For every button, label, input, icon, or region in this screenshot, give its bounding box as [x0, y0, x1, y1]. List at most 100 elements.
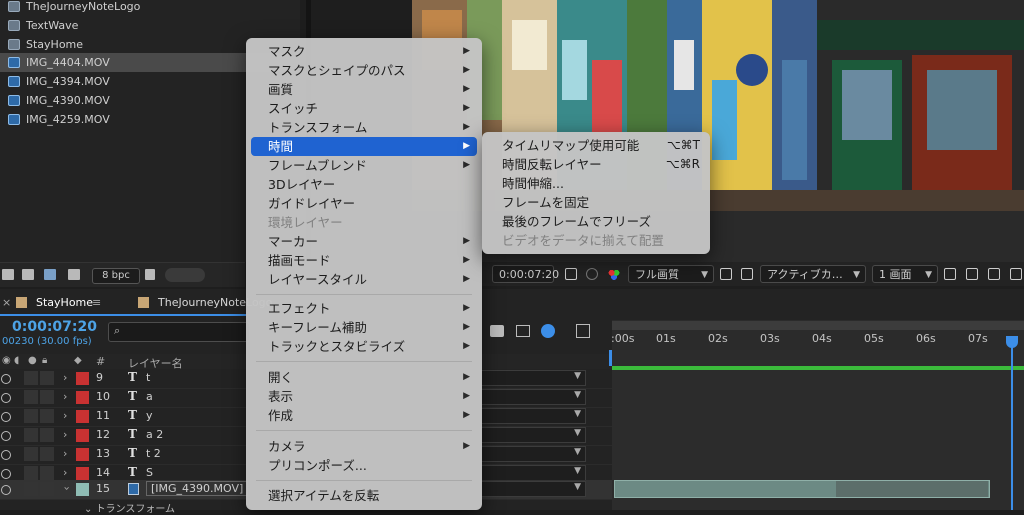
solo-switch[interactable] [24, 428, 38, 442]
bit-depth-button[interactable]: 8 bpc [92, 268, 140, 284]
layer-name[interactable]: [IMG_4390.MOV] [146, 481, 249, 496]
menu-item-layer-styles[interactable]: レイヤースタイル ▶ [246, 270, 482, 289]
menu-item-markers[interactable]: マーカー ▶ [246, 232, 482, 251]
menu-item-open[interactable]: 開く ▶ [246, 368, 482, 387]
resolution-dropdown[interactable]: フル画質 ▼ [628, 265, 714, 283]
project-flowchart-toggle[interactable] [165, 268, 205, 282]
comp-mini-flowchart-icon[interactable] [490, 325, 504, 337]
layer-name[interactable]: t 2 [146, 447, 161, 460]
parent-dropdown[interactable]: ▼ [480, 446, 586, 462]
work-area-start-marker[interactable] [609, 350, 612, 366]
solo-switch[interactable] [24, 447, 38, 461]
menu-item-transform[interactable]: トランスフォーム ▶ [246, 118, 482, 137]
tab-menu-icon[interactable]: ≡ [92, 295, 101, 311]
transparency-grid-icon[interactable] [741, 268, 753, 280]
parent-dropdown[interactable]: ▼ [480, 408, 586, 424]
solo-switch[interactable] [24, 409, 38, 423]
solo-switch[interactable] [24, 390, 38, 404]
solo-switch[interactable] [24, 371, 38, 385]
menu-item-create[interactable]: 作成 ▶ [246, 406, 482, 425]
fast-previews-icon[interactable] [966, 268, 978, 280]
label-color-swatch[interactable] [76, 448, 89, 461]
label-color-swatch[interactable] [76, 467, 89, 480]
motion-blur-icon[interactable] [541, 324, 555, 338]
show-snapshot-icon[interactable] [586, 268, 598, 280]
eye-icon[interactable] [1, 469, 11, 479]
expand-arrow-icon[interactable]: › [63, 409, 67, 422]
graph-editor-icon[interactable] [576, 324, 590, 338]
eye-icon[interactable] [1, 431, 11, 441]
camera-view-dropdown[interactable]: アクティブカ… ▼ [760, 265, 866, 283]
menu-item-effect[interactable]: エフェクト ▶ [246, 299, 482, 318]
trash-icon[interactable] [145, 269, 155, 280]
menu-item-track-stabilize[interactable]: トラックとスタビライズ ▶ [246, 337, 482, 356]
layer-name[interactable]: a [146, 390, 153, 403]
menu-item-mask[interactable]: マスク ▶ [246, 42, 482, 61]
layer-search-input[interactable]: ⌕ [108, 322, 250, 342]
project-item[interactable]: TheJourneyNoteLogo [0, 0, 300, 16]
eye-icon[interactable] [1, 412, 11, 422]
expand-arrow-icon[interactable]: › [63, 390, 67, 403]
layer-name[interactable]: a 2 [146, 428, 163, 441]
menu-item-time[interactable]: 時間 ▶ [251, 137, 477, 156]
layer-name[interactable]: y [146, 409, 153, 422]
menu-item-mask-shape-path[interactable]: マスクとシェイプのパス ▶ [246, 61, 482, 80]
solo-icon[interactable]: ● [28, 355, 37, 366]
view-layout-dropdown[interactable]: 1 画面 ▼ [872, 265, 938, 283]
solo-switch[interactable] [24, 466, 38, 480]
eye-icon[interactable] [1, 393, 11, 403]
menu-item-keyframe-assistant[interactable]: キーフレーム補助 ▶ [246, 318, 482, 337]
lock-switch[interactable] [40, 447, 54, 461]
menu-item-time-stretch[interactable]: 時間伸縮... [482, 174, 710, 193]
lock-switch[interactable] [40, 390, 54, 404]
menu-item-blending-mode[interactable]: 描画モード ▶ [246, 251, 482, 270]
lock-switch[interactable] [40, 409, 54, 423]
draft-3d-icon[interactable] [516, 325, 530, 337]
eye-icon[interactable] [1, 485, 11, 495]
transform-group[interactable]: ⌄ トランスフォーム [84, 500, 175, 515]
viewer-timecode-field[interactable]: 0:00:07:20 [492, 265, 559, 283]
new-composition-icon[interactable] [44, 269, 56, 280]
layer-duration-bar-extended[interactable] [836, 481, 988, 497]
region-of-interest-icon[interactable] [720, 268, 732, 280]
label-color-swatch[interactable] [76, 410, 89, 423]
layer-name[interactable]: S [146, 466, 153, 479]
layer-name[interactable]: t [146, 371, 150, 384]
project-item[interactable]: TextWave [0, 16, 300, 35]
menu-item-quality[interactable]: 画質 ▶ [246, 80, 482, 99]
project-settings-icon[interactable] [68, 269, 80, 280]
parent-dropdown[interactable]: ▼ [480, 465, 586, 481]
menu-item-freeze-frame[interactable]: フレームを固定 [482, 193, 710, 212]
menu-item-reveal[interactable]: 表示 ▶ [246, 387, 482, 406]
eye-icon[interactable] [1, 450, 11, 460]
menu-item-freeze-on-last-frame[interactable]: 最後のフレームでフリーズ [482, 212, 710, 231]
label-tag-icon[interactable]: ◆ [74, 355, 82, 366]
layer-number-header[interactable]: # [96, 355, 105, 368]
menu-item-switches[interactable]: スイッチ ▶ [246, 99, 482, 118]
close-tab-icon[interactable]: × [2, 295, 11, 311]
label-color-swatch[interactable] [76, 391, 89, 404]
menu-item-precompose[interactable]: プリコンポーズ... [246, 456, 482, 475]
interpret-footage-icon[interactable] [2, 269, 14, 280]
lock-switch[interactable] [40, 482, 54, 496]
lock-switch[interactable] [40, 371, 54, 385]
menu-item-frame-blending[interactable]: フレームブレンド ▶ [246, 156, 482, 175]
collapse-arrow-icon[interactable]: › [61, 486, 74, 490]
current-time-indicator[interactable] [1011, 336, 1013, 510]
flowchart-icon[interactable] [1010, 268, 1022, 280]
menu-item-invert-selection[interactable]: 選択アイテムを反転 [246, 486, 482, 505]
menu-item-enable-time-remapping[interactable]: タイムリマップ使用可能 ⌥⌘T [482, 136, 710, 155]
playhead-handle[interactable] [1006, 336, 1018, 348]
new-folder-icon[interactable] [22, 269, 34, 280]
menu-item-camera[interactable]: カメラ ▶ [246, 437, 482, 456]
timeline-icon[interactable] [988, 268, 1000, 280]
parent-dropdown[interactable]: ▼ [480, 481, 586, 497]
label-color-swatch[interactable] [76, 429, 89, 442]
work-area-bar[interactable] [612, 321, 1024, 330]
lock-icon[interactable]: 🔒︎ [42, 355, 47, 366]
snapshot-icon[interactable] [565, 268, 577, 280]
av-features-eye-icon[interactable]: ◉ [2, 355, 11, 366]
expand-arrow-icon[interactable]: › [63, 466, 67, 479]
menu-item-guide-layer[interactable]: ガイドレイヤー [246, 194, 482, 213]
parent-dropdown[interactable]: ▼ [480, 370, 586, 386]
